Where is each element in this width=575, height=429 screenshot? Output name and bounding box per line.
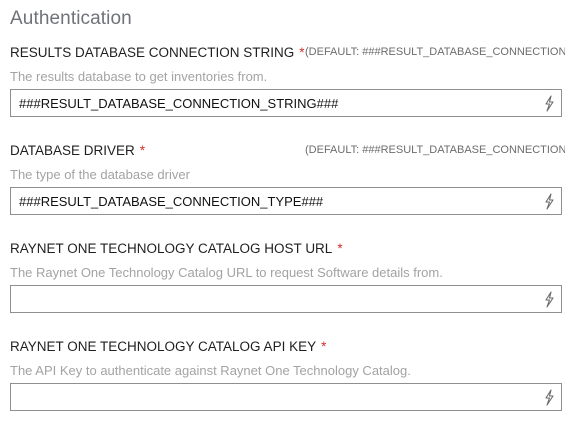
required-marker: *	[299, 45, 305, 60]
default-value-hint: (DEFAULT: ###RESULT_DATABASE_CONNECTION.…	[305, 144, 565, 156]
field-label: DATABASE DRIVER *	[10, 143, 145, 158]
field-label-text: RAYNET ONE TECHNOLOGY CATALOG API KEY	[10, 339, 317, 354]
field-label-text: DATABASE DRIVER	[10, 143, 135, 158]
results-db-connection-string-input[interactable]: ###RESULT_DATABASE_CONNECTION_STRING###	[10, 89, 562, 117]
bolt-icon[interactable]	[543, 291, 555, 308]
required-marker: *	[321, 339, 327, 354]
bolt-icon[interactable]	[543, 95, 555, 112]
input-value[interactable]: ###RESULT_DATABASE_CONNECTION_STRING###	[19, 96, 338, 111]
technology-catalog-api-key-input[interactable]	[10, 383, 562, 411]
authentication-panel: Authentication RESULTS DATABASE CONNECTI…	[0, 0, 575, 429]
field-description: The Raynet One Technology Catalog URL to…	[10, 265, 443, 280]
bolt-icon[interactable]	[543, 193, 555, 210]
section-title: Authentication	[10, 8, 132, 29]
default-value-hint: (DEFAULT: ###RESULT_DATABASE_CONNECTION.…	[305, 46, 565, 58]
field-description: The type of the database driver	[10, 167, 190, 182]
bolt-icon[interactable]	[543, 389, 555, 406]
technology-catalog-host-url-input[interactable]	[10, 285, 562, 313]
required-marker: *	[139, 143, 146, 158]
required-marker: *	[337, 241, 343, 256]
field-description: The results database to get inventories …	[10, 69, 268, 84]
field-label: RAYNET ONE TECHNOLOGY CATALOG API KEY *	[10, 339, 326, 354]
field-label: RAYNET ONE TECHNOLOGY CATALOG HOST URL *	[10, 241, 343, 256]
database-driver-input[interactable]: ###RESULT_DATABASE_CONNECTION_TYPE###	[10, 187, 562, 215]
field-label-text: RAYNET ONE TECHNOLOGY CATALOG HOST URL	[10, 241, 333, 256]
field-label-text: RESULTS DATABASE CONNECTION STRING	[10, 45, 295, 60]
field-description: The API Key to authenticate against Rayn…	[10, 363, 411, 378]
field-label: RESULTS DATABASE CONNECTION STRING *	[10, 45, 305, 60]
input-value[interactable]: ###RESULT_DATABASE_CONNECTION_TYPE###	[19, 194, 323, 209]
